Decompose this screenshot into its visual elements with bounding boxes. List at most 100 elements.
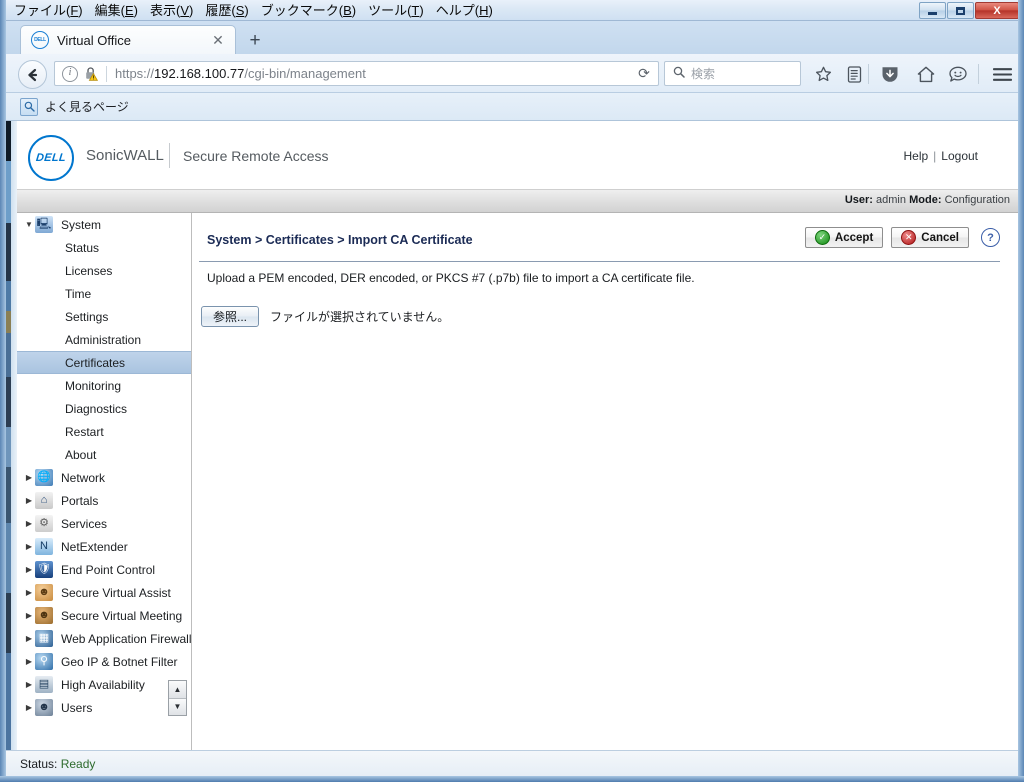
- user-indicator: User: admin: [844, 194, 906, 206]
- logout-link[interactable]: Logout: [941, 149, 978, 163]
- cancel-x-icon: ✕: [901, 230, 917, 245]
- header-links: Help | Logout: [903, 149, 978, 163]
- menu-item-3[interactable]: 表示(V): [144, 1, 199, 20]
- sidebar-scroll-down-button[interactable]: ▼: [169, 698, 186, 715]
- sidebar-item-status[interactable]: Status: [17, 236, 191, 259]
- maximize-button[interactable]: [947, 2, 974, 19]
- sidebar-item-label: Restart: [65, 424, 104, 439]
- sidebar-item-monitoring[interactable]: Monitoring: [17, 374, 191, 397]
- sidebar-item-time[interactable]: Time: [17, 282, 191, 305]
- chevron-right-icon[interactable]: ▶: [23, 703, 35, 712]
- accept-button[interactable]: ✓ Accept: [804, 227, 884, 248]
- sidebar-item-licenses[interactable]: Licenses: [17, 259, 191, 282]
- app-header: DELL SonicWALL Secure Remote Access Help…: [17, 121, 1018, 190]
- tab-virtual-office[interactable]: DELL Virtual Office ✕: [20, 25, 236, 54]
- sidebar-item-secure-virtual-assist[interactable]: ▶ ☻ Secure Virtual Assist: [17, 581, 191, 604]
- window-controls: X: [919, 2, 1019, 19]
- hamburger-menu-icon[interactable]: [990, 62, 1014, 86]
- sidebar-item-high-availability[interactable]: ▶ ▤ High Availability: [17, 673, 191, 696]
- sidebar-item-diagnostics[interactable]: Diagnostics: [17, 397, 191, 420]
- insecure-lock-warning-icon[interactable]: [84, 66, 99, 81]
- sidebar-item-label: Web Application Firewall: [61, 631, 192, 646]
- help-link[interactable]: Help: [903, 149, 928, 163]
- sidebar-item-system[interactable]: ▼ 🖳 System: [17, 213, 191, 236]
- close-button[interactable]: X: [975, 2, 1019, 19]
- sidebar-item-label: Portals: [61, 493, 99, 508]
- sidebar-scroll-buttons[interactable]: ▲ ▼: [168, 680, 187, 716]
- site-info-icon[interactable]: i: [62, 65, 78, 82]
- accept-check-icon: ✓: [814, 230, 830, 245]
- sidebar-item-settings[interactable]: Settings: [17, 305, 191, 328]
- sidebar-item-administration[interactable]: Administration: [17, 328, 191, 351]
- downloads-icon[interactable]: [878, 62, 902, 86]
- sidebar-item-web-application-firewall[interactable]: ▶ ▦ Web Application Firewall: [17, 627, 191, 650]
- sidebar-item-label: Services: [61, 516, 108, 531]
- sidebar-item-secure-virtual-meeting[interactable]: ▶ ☻ Secure Virtual Meeting: [17, 604, 191, 627]
- menu-item-1[interactable]: ファイル(F): [8, 1, 89, 20]
- menu-item-6[interactable]: ツール(T): [362, 1, 430, 20]
- chevron-right-icon[interactable]: ▶: [23, 542, 35, 551]
- bookmarks-toolbar: よく見るページ: [6, 93, 1018, 121]
- back-button[interactable]: [18, 60, 47, 89]
- menu-item-7[interactable]: ヘルプ(H): [430, 1, 499, 20]
- sidebar-item-geo-ip-botnet-filter[interactable]: ▶ ⚲ Geo IP & Botnet Filter: [17, 650, 191, 673]
- sidebar-item-label: Secure Virtual Assist: [61, 585, 171, 600]
- reload-button[interactable]: ⟳: [630, 65, 658, 82]
- sidebar-item-services[interactable]: ▶ ⚙ Services: [17, 512, 191, 535]
- tab-close-icon[interactable]: ✕: [209, 31, 227, 49]
- reader-list-icon[interactable]: [842, 62, 866, 86]
- page-actions: ✓ Accept ✕ Cancel ?: [804, 227, 1000, 248]
- sidebar-item-label: Status: [65, 240, 100, 255]
- sidebar-item-label: NetExtender: [61, 539, 128, 554]
- sidebar-item-network[interactable]: ▶ 🌐 Network: [17, 466, 191, 489]
- bookmark-star-icon[interactable]: [811, 62, 835, 86]
- chevron-right-icon[interactable]: ▶: [23, 519, 35, 528]
- close-icon: X: [993, 4, 1001, 17]
- chevron-down-icon[interactable]: ▼: [23, 220, 35, 229]
- sync-smiley-icon[interactable]: [946, 62, 970, 86]
- sidebar-item-certificates[interactable]: Certificates: [17, 351, 191, 374]
- sidebar-item-users[interactable]: ▶ ☻ Users: [17, 696, 191, 719]
- sidebar-item-portals[interactable]: ▶ ⌂ Portals: [17, 489, 191, 512]
- new-tab-button[interactable]: +: [244, 31, 266, 53]
- header-divider: [169, 143, 170, 168]
- menu-item-2[interactable]: 編集(E): [89, 1, 144, 20]
- breadcrumb-bar: System > Certificates > Import CA Certif…: [199, 227, 1000, 262]
- sidebar-item-end-point-control[interactable]: ▶ 🛡 End Point Control: [17, 558, 191, 581]
- chevron-right-icon[interactable]: ▶: [23, 496, 35, 505]
- url-bar[interactable]: i https://192.168.100.77/cgi-bin/managem…: [54, 61, 659, 86]
- sidebar-rows: ▼ 🖳 System Status Licenses Time Settings Admini…: [17, 213, 191, 719]
- browse-file-button[interactable]: 参照...: [201, 306, 260, 327]
- accept-button-label: Accept: [834, 231, 874, 244]
- sidebar-item-label: Secure Virtual Meeting: [61, 608, 183, 623]
- sidebar-item-restart[interactable]: Restart: [17, 420, 191, 443]
- chevron-right-icon[interactable]: ▶: [23, 588, 35, 597]
- chevron-right-icon[interactable]: ▶: [23, 657, 35, 666]
- chevron-right-icon[interactable]: ▶: [23, 611, 35, 620]
- portal-house-icon: ⌂: [35, 492, 53, 509]
- bookmark-most-visited[interactable]: よく見るページ: [45, 98, 129, 115]
- geoip-balloons-icon: ⚲: [35, 653, 53, 670]
- breadcrumb: System > Certificates > Import CA Certif…: [207, 233, 473, 247]
- users-icon: ☻: [35, 699, 53, 716]
- sidebar-item-about[interactable]: About: [17, 443, 191, 466]
- chevron-right-icon[interactable]: ▶: [23, 473, 35, 482]
- menu-item-5[interactable]: ブックマーク(B): [255, 1, 362, 20]
- chevron-right-icon[interactable]: ▶: [23, 680, 35, 689]
- search-input[interactable]: 検索: [664, 61, 801, 86]
- sidebar-item-netextender[interactable]: ▶ N NetExtender: [17, 535, 191, 558]
- sidebar-scroll-up-button[interactable]: ▲: [169, 681, 186, 699]
- chevron-right-icon[interactable]: ▶: [23, 565, 35, 574]
- help-icon[interactable]: ?: [981, 228, 1000, 247]
- page-description: Upload a PEM encoded, DER encoded, or PK…: [207, 271, 695, 285]
- sidebar-item-label: Geo IP & Botnet Filter: [61, 654, 178, 669]
- minimize-button[interactable]: [919, 2, 946, 19]
- chevron-right-icon[interactable]: ▶: [23, 634, 35, 643]
- most-visited-icon: [20, 97, 38, 116]
- mode-indicator: Mode: Configuration: [909, 194, 1010, 206]
- home-icon[interactable]: [914, 62, 938, 86]
- menu-item-4[interactable]: 履歴(S): [199, 1, 254, 20]
- cancel-button[interactable]: ✕ Cancel: [891, 227, 969, 248]
- users-meeting-icon: ☻: [35, 607, 53, 624]
- dell-logo: DELL: [28, 135, 74, 181]
